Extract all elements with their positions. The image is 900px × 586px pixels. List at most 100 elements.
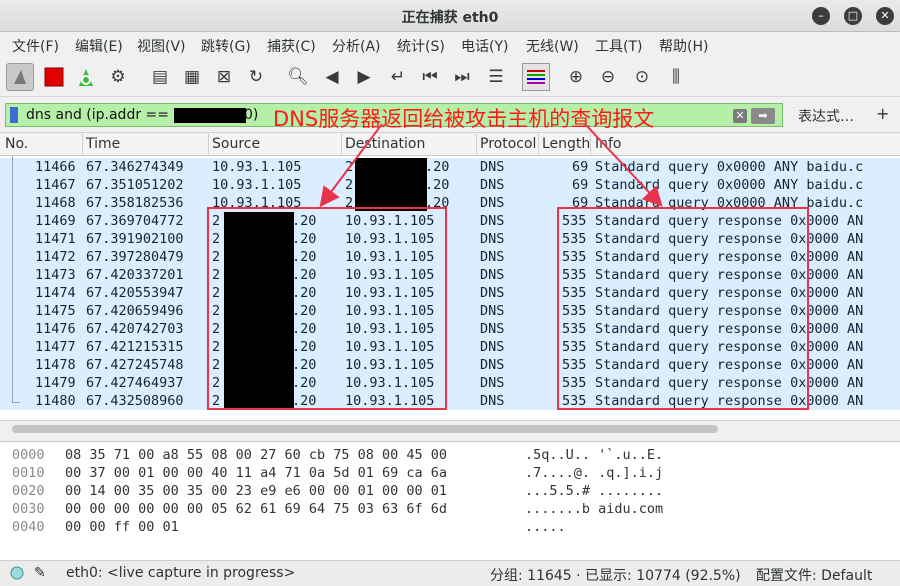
menu-file[interactable]: 文件(F) xyxy=(12,36,59,56)
resize-columns-icon[interactable]: ⫼ xyxy=(662,63,690,91)
go-forward-icon[interactable]: ▶ xyxy=(350,63,378,91)
cell-no: 11472 xyxy=(35,249,76,265)
packet-list[interactable]: 11466 67.346274349 10.93.1.105 2 .20 DNS… xyxy=(0,156,900,438)
cell-time: 67.420553947 xyxy=(86,285,184,301)
cell-protocol: DNS xyxy=(480,285,505,301)
menu-tools[interactable]: 工具(T) xyxy=(595,36,642,56)
cell-no: 11476 xyxy=(35,321,76,337)
packet-bytes-pane[interactable]: 0000 08 35 71 00 a8 55 08 00 27 60 cb 75… xyxy=(0,441,900,560)
column-separator[interactable] xyxy=(590,134,591,155)
cell-time: 67.427464937 xyxy=(86,375,184,391)
expert-info-icon[interactable] xyxy=(10,566,24,584)
filter-text: dns and (ip.addr == 2 xyxy=(26,107,183,123)
column-separator[interactable] xyxy=(82,134,83,155)
column-destination[interactable]: Destination xyxy=(345,136,425,152)
cell-protocol: DNS xyxy=(480,213,505,229)
column-info[interactable]: Info xyxy=(595,136,622,152)
column-length[interactable]: Length xyxy=(542,136,590,152)
cell-time: 67.432508960 xyxy=(86,393,184,409)
annotation-label: DNS服务器返回给被攻击主机的查询报文 xyxy=(273,107,655,131)
column-protocol[interactable]: Protocol xyxy=(480,136,536,152)
close-icon[interactable]: ✕ xyxy=(876,7,894,25)
find-packet-icon[interactable]: 🔍︎ xyxy=(284,63,312,91)
status-profile[interactable]: 配置文件: Default xyxy=(756,565,872,585)
packet-row[interactable]: 11467 67.351051202 10.93.1.105 2 .20 DNS… xyxy=(0,176,900,194)
open-file-icon[interactable]: ▤ xyxy=(146,63,174,91)
display-filter-input[interactable]: dns and (ip.addr == 2 0) DNS服务器返回给被攻击主机的… xyxy=(5,103,783,131)
last-packet-icon[interactable]: ⏭ xyxy=(448,63,476,91)
menu-help[interactable]: 帮助(H) xyxy=(659,36,708,56)
reload-file-icon[interactable]: ↻ xyxy=(242,63,270,91)
close-file-icon[interactable]: ⊠ xyxy=(210,63,238,91)
cell-time: 67.346274349 xyxy=(86,159,184,175)
cell-no: 11466 xyxy=(35,159,76,175)
status-packet-counts: 分组: 11645 · 已显示: 10774 (92.5%) xyxy=(490,568,741,584)
status-bar: ✎ eth0: <live capture in progress> 分组: 1… xyxy=(0,560,900,586)
cell-time: 67.421215315 xyxy=(86,339,184,355)
autoscroll-icon[interactable]: ☰ xyxy=(482,63,510,91)
menu-bar: 文件(F) 编辑(E) 视图(V) 跳转(G) 捕获(C) 分析(A) 统计(S… xyxy=(0,33,900,57)
scrollbar-thumb[interactable] xyxy=(12,425,718,433)
restart-capture-icon[interactable] xyxy=(72,63,100,91)
shark-fin-start-icon[interactable] xyxy=(6,63,34,91)
menu-analyze[interactable]: 分析(A) xyxy=(332,36,381,56)
column-no[interactable]: No. xyxy=(5,136,28,152)
cell-protocol: DNS xyxy=(480,339,505,355)
cell-protocol: DNS xyxy=(480,303,505,319)
expression-button[interactable]: 表达式… xyxy=(798,106,854,126)
annotation-box-sources xyxy=(207,207,447,410)
column-source[interactable]: Source xyxy=(212,136,260,152)
capture-comment-icon[interactable]: ✎ xyxy=(34,565,46,581)
column-separator[interactable] xyxy=(208,134,209,155)
first-packet-icon[interactable]: ⏮ xyxy=(416,63,444,91)
cell-no: 11479 xyxy=(35,375,76,391)
filter-text-tail: 0) xyxy=(244,107,259,123)
column-separator[interactable] xyxy=(538,134,539,155)
zoom-in-icon[interactable]: ⊕ xyxy=(562,63,590,91)
packet-list-header: No. Time Source Destination Protocol Len… xyxy=(0,134,900,156)
cell-length: 69 xyxy=(572,159,589,175)
cell-length: 69 xyxy=(572,177,589,193)
redaction-mask xyxy=(174,108,246,123)
zoom-out-icon[interactable]: ⊖ xyxy=(594,63,622,91)
menu-capture[interactable]: 捕获(C) xyxy=(267,36,316,56)
zoom-normal-icon[interactable]: ⊙ xyxy=(628,63,656,91)
cell-no: 11468 xyxy=(35,195,76,211)
cell-source: 10.93.1.105 xyxy=(212,177,302,193)
hex-bytes: 00 00 ff 00 01 xyxy=(65,519,179,535)
cell-time: 67.420659496 xyxy=(86,303,184,319)
save-file-icon[interactable]: ▦ xyxy=(178,63,206,91)
colorize-icon[interactable] xyxy=(522,63,550,91)
hex-bytes: 08 35 71 00 a8 55 08 00 27 60 cb 75 08 0… xyxy=(65,447,448,463)
add-filter-button[interactable]: + xyxy=(876,104,889,123)
column-separator[interactable] xyxy=(476,134,477,155)
cell-protocol: DNS xyxy=(480,393,505,409)
go-to-packet-icon[interactable]: ↵ xyxy=(384,63,412,91)
hex-ascii: .5q..U.. '`.u..E. xyxy=(525,447,664,463)
maximize-icon[interactable]: □ xyxy=(844,7,862,25)
cell-info: Standard query 0x0000 ANY baidu.c xyxy=(595,177,864,193)
column-time[interactable]: Time xyxy=(86,136,120,152)
go-back-icon[interactable]: ◀ xyxy=(318,63,346,91)
capture-options-icon[interactable]: ⚙ xyxy=(104,63,132,91)
apply-filter-icon[interactable]: ➡ xyxy=(751,108,775,124)
clear-filter-icon[interactable]: ✕ xyxy=(733,109,747,123)
filter-bookmark-icon[interactable] xyxy=(10,107,18,123)
cell-time: 67.351051202 xyxy=(86,177,184,193)
menu-statistics[interactable]: 统计(S) xyxy=(397,36,445,56)
menu-go[interactable]: 跳转(G) xyxy=(201,36,251,56)
cell-no: 11478 xyxy=(35,357,76,373)
cell-no: 11471 xyxy=(35,231,76,247)
packet-row[interactable]: 11466 67.346274349 10.93.1.105 2 .20 DNS… xyxy=(0,158,900,176)
packet-list-scrollbar[interactable] xyxy=(0,420,900,438)
cell-protocol: DNS xyxy=(480,231,505,247)
menu-view[interactable]: 视图(V) xyxy=(137,36,186,56)
menu-edit[interactable]: 编辑(E) xyxy=(75,36,123,56)
hex-ascii: .7....@. .q.].i.j xyxy=(525,465,664,481)
hex-ascii: .......b aidu.com xyxy=(525,501,664,517)
column-separator[interactable] xyxy=(341,134,342,155)
menu-wireless[interactable]: 无线(W) xyxy=(526,36,579,56)
minimize-icon[interactable]: – xyxy=(812,7,830,25)
stop-capture-icon[interactable] xyxy=(40,63,68,91)
menu-telephony[interactable]: 电话(Y) xyxy=(461,36,508,56)
